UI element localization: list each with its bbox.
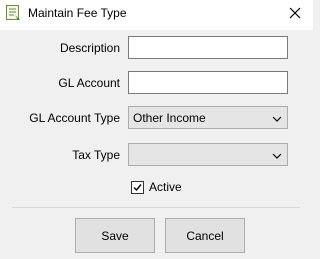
- close-icon[interactable]: [283, 2, 307, 24]
- window-title: Maintain Fee Type: [28, 6, 127, 20]
- description-input[interactable]: [128, 36, 288, 59]
- active-label: Active: [149, 180, 182, 194]
- chevron-down-icon: [272, 113, 282, 123]
- tax-type-label: Tax Type: [72, 148, 120, 162]
- form-app-icon: [6, 5, 21, 21]
- tax-type-select[interactable]: [128, 143, 288, 166]
- cancel-button[interactable]: Cancel: [165, 218, 245, 253]
- active-checkbox[interactable]: [131, 180, 144, 194]
- gl-account-label: GL Account: [58, 76, 120, 90]
- save-button[interactable]: Save: [75, 218, 155, 253]
- checkmark-icon: [133, 183, 142, 191]
- gl-account-type-label: GL Account Type: [29, 111, 120, 125]
- chevron-down-icon: [272, 150, 282, 160]
- active-checkbox-row[interactable]: Active: [131, 179, 182, 195]
- title-bar: Maintain Fee Type: [0, 0, 313, 30]
- gl-account-input[interactable]: [128, 71, 288, 94]
- divider: [12, 207, 300, 208]
- gl-account-type-value: Other Income: [133, 111, 206, 125]
- description-label: Description: [59, 41, 120, 55]
- gl-account-type-select[interactable]: Other Income: [128, 106, 288, 129]
